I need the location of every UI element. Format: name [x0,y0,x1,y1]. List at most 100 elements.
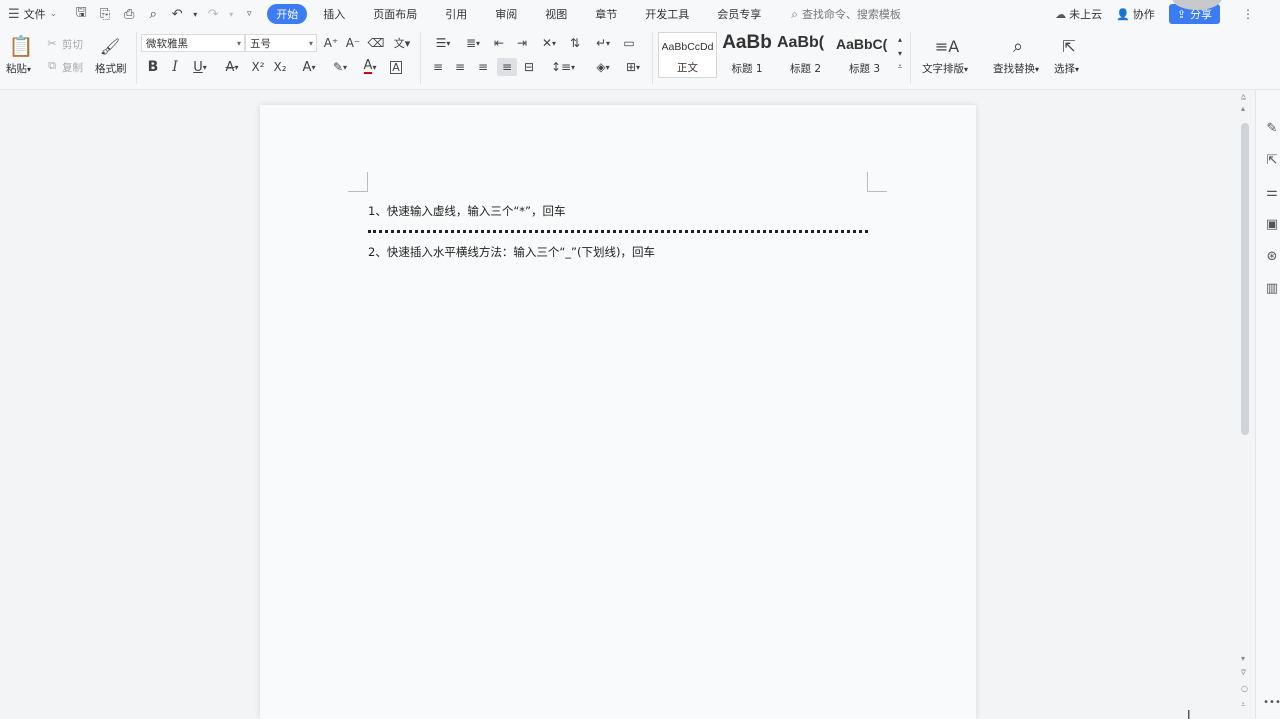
scrollbar-thumb[interactable] [1241,123,1249,435]
print-preview-icon[interactable]: ⌕ [143,4,163,24]
phonetic-guide-icon[interactable]: 文▾ [391,35,413,51]
prev-page-icon[interactable]: ⩢ [1241,668,1246,678]
scroll-top-icon[interactable]: ⩠ [1241,92,1246,102]
char-border-icon[interactable]: A [388,58,404,76]
sort-icon[interactable]: ⇅ [566,35,584,51]
styles-scroll-down-icon[interactable]: ▾ [895,48,905,58]
print-icon[interactable]: ⎙ [119,4,139,24]
show-marks-icon[interactable]: ↵ ▾ [590,35,616,51]
underline-icon[interactable]: U ▾ [188,58,212,76]
subscript-icon[interactable]: X₂ [271,58,289,76]
browse-object-icon[interactable]: ○ [1241,684,1248,693]
tab-insert[interactable]: 插入 [311,4,357,24]
next-page-icon[interactable]: ⩡ [1241,700,1246,710]
format-painter-label[interactable]: 格式刷 [95,61,127,76]
copy-label[interactable]: 复制 [62,60,83,75]
style-heading-3[interactable]: AaBbC( 标题 3 [836,32,893,78]
command-search[interactable]: ⌕ 查找命令、搜索模板 [791,6,901,22]
style-sample: AaBb( [777,34,825,51]
style-normal[interactable]: AaBbCcDd 正文 [658,32,717,78]
font-size-select[interactable]: 五号 ▾ [245,34,317,52]
style-sample: AaBbCcDd [661,41,714,53]
save-icon[interactable]: 🖫 [71,4,91,24]
shrink-font-icon[interactable]: A⁻ [345,35,361,51]
strikethrough-icon[interactable]: A ▾ [219,58,245,76]
grow-font-icon[interactable]: A⁺ [323,35,339,51]
vertical-scrollbar[interactable]: ⩠ ▴ ▾ ⩢ ○ ⩡ [1238,90,1252,719]
text-layout-button[interactable]: 文字排版▾ [922,61,968,76]
highlight-icon[interactable]: ✎ ▾ [327,58,353,76]
decrease-indent-icon[interactable]: ⇤ [490,35,508,51]
format-painter-icon[interactable]: 🖌 [100,34,120,58]
undo-dropdown-icon[interactable]: ▾ [191,4,199,24]
document-paragraph-2[interactable]: 2、快速插入水平横线方法：输入三个“_”(下划线)，回车 [368,244,655,260]
divider [420,32,421,84]
undo-icon[interactable]: ↶ [167,4,187,24]
align-center-icon[interactable]: ≡ [452,59,468,75]
styles-more-icon[interactable]: ⩡ [895,62,905,72]
document-page[interactable]: 1、快速输入虚线，输入三个“*”，回车 2、快速插入水平横线方法：输入三个“_”… [260,105,976,719]
numbered-list-icon[interactable]: ≣ ▾ [460,35,486,51]
tab-home[interactable]: 开始 [267,4,308,24]
style-heading-2[interactable]: AaBb( 标题 2 [777,32,834,78]
more-icon[interactable]: ••• [1263,694,1280,710]
cloud-status-label: 未上云 [1069,8,1103,21]
scroll-up-icon[interactable]: ▴ [1241,104,1245,113]
edit-icon[interactable]: ✎ [1264,120,1280,136]
find-replace-icon[interactable]: ⌕ [1006,34,1030,58]
style-name: 标题 3 [848,63,881,75]
tab-view[interactable]: 视图 [533,4,579,24]
paste-icon[interactable]: 📋 [9,34,34,58]
align-left-icon[interactable]: ≡ [430,59,446,75]
select-cursor-icon[interactable]: ⇱ [1058,34,1080,58]
bold-icon[interactable]: B [145,58,161,76]
document-paragraph-1[interactable]: 1、快速输入虚线，输入三个“*”，回车 [368,203,565,219]
font-name-select[interactable]: 微软雅黑 ▾ [141,34,245,52]
style-heading-1[interactable]: AaBb 标题 1 [718,32,776,78]
collab-button[interactable]: 👤 协作 [1116,6,1155,22]
tab-review[interactable]: 审阅 [483,4,529,24]
increase-indent-icon[interactable]: ⇥ [513,35,531,51]
italic-icon[interactable]: I [167,58,183,76]
cut-label[interactable]: 剪切 [62,37,83,52]
cut-icon[interactable]: ✂ [45,36,59,50]
select-button[interactable]: 选择▾ [1054,61,1079,76]
book-icon[interactable]: ▥ [1264,280,1280,296]
adjust-icon[interactable]: ⚌ [1264,184,1280,200]
cloud-status[interactable]: ☁ 未上云 [1055,6,1102,22]
export-icon[interactable]: ⎘ [95,4,115,24]
styles-scroll-up-icon[interactable]: ▴ [895,34,905,44]
copy-icon[interactable]: ⧉ [45,59,59,73]
align-right-icon[interactable]: ≡ [475,59,491,75]
paste-label: 粘贴 [6,63,27,75]
tab-developer[interactable]: 开发工具 [633,4,701,24]
line-spacing-icon[interactable]: ↕≡ ▾ [550,59,576,75]
text-layout-icon[interactable]: ≡A [935,34,959,58]
paste-button[interactable]: 粘贴▾ [6,61,31,76]
justify-icon[interactable]: ≡ [497,58,517,76]
text-effect-icon[interactable]: A ▾ [296,58,322,76]
cursor-icon[interactable]: ⇱ [1264,152,1280,168]
distribute-icon[interactable]: ⊟ [520,59,538,75]
scroll-down-icon[interactable]: ▾ [1241,654,1245,663]
chinese-layout-icon[interactable]: ✕ ▾ [536,35,562,51]
redo-icon[interactable]: ↷ [203,4,223,24]
find-replace-button[interactable]: 查找替换▾ [993,61,1039,76]
bullet-list-icon[interactable]: ☰ ▾ [430,35,456,51]
superscript-icon[interactable]: X² [249,58,267,76]
ruler-icon[interactable]: ▭ [620,35,638,51]
tab-member[interactable]: 会员专享 [705,4,773,24]
clear-format-icon[interactable]: ⌫ [368,35,385,51]
location-icon[interactable]: ⊛ [1264,248,1280,264]
image-icon[interactable]: ▣ [1264,216,1280,232]
tab-section[interactable]: 章节 [583,4,629,24]
font-color-icon[interactable]: A ▾ [357,58,383,76]
shading-icon[interactable]: ◈ ▾ [590,59,616,75]
customize-icon[interactable]: ▿ [239,4,259,24]
tab-references[interactable]: 引用 [433,4,479,24]
more-options-icon[interactable]: ⋮ [1242,7,1254,21]
borders-icon[interactable]: ⊞ ▾ [620,59,646,75]
file-menu[interactable]: ☰ 文件 ⌄ [0,0,65,28]
redo-dropdown-icon[interactable]: ▾ [227,4,235,24]
tab-page-layout[interactable]: 页面布局 [361,4,429,24]
